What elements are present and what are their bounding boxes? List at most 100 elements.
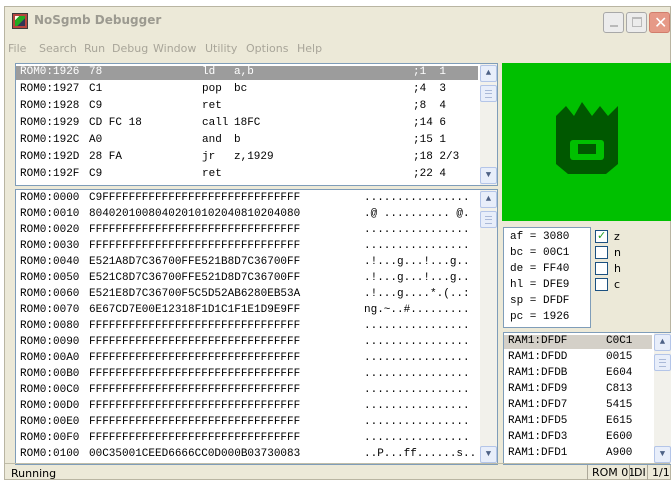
instruction-cycles: ;8 4	[413, 100, 447, 112]
scroll-thumb[interactable]	[654, 354, 671, 371]
memory-ascii: ................	[364, 336, 470, 348]
memory-row[interactable]: ROM0:0080 FFFFFFFFFFFFFFFFFFFFFFFFFFFFFFF…	[16, 320, 478, 334]
instruction-opcode: ret	[202, 168, 222, 180]
memory-address: ROM0:00D0	[20, 400, 80, 412]
flag-h[interactable]: h	[595, 262, 655, 276]
close-button[interactable]: ✕	[649, 12, 670, 33]
memory-row[interactable]: ROM0:00E0 FFFFFFFFFFFFFFFFFFFFFFFFFFFFFFF…	[16, 416, 478, 430]
disassembly-row[interactable]: ROM0:1927 C1 pop bc ;4 3	[16, 83, 478, 97]
flag-n[interactable]: n	[595, 246, 655, 260]
menu-search[interactable]: Search	[39, 42, 77, 55]
memory-row[interactable]: ROM0:0050 E521C8D7C36700FFE521D8D7C36700F…	[16, 272, 478, 286]
memory-row[interactable]: ROM0:00F0 FFFFFFFFFFFFFFFFFFFFFFFFFFFFFFF…	[16, 432, 478, 446]
instruction-opcode: call	[202, 117, 229, 129]
menu-help[interactable]: Help	[297, 42, 322, 55]
scroll-down-icon[interactable]: ▼	[654, 446, 671, 463]
memory-row[interactable]: ROM0:0040 E521A8D7C36700FFE521B8D7C36700F…	[16, 256, 478, 270]
flag-checkbox[interactable]	[595, 278, 608, 291]
memory-pane[interactable]: ROM0:0000 C9FFFFFFFFFFFFFFFFFFFFFFFFFFFFF…	[15, 189, 498, 465]
menu-bar: File Search Run Debug Window Utility Opt…	[5, 39, 670, 59]
stack-pane[interactable]: RAM1:DFDF C0C1 RAM1:DFDD 0015 RAM1:DFDB E604 R…	[503, 332, 671, 465]
memory-hex: E521E8D7C36700F5C5D52AB6280EB53A	[89, 288, 301, 300]
memory-row[interactable]: ROM0:0030 FFFFFFFFFFFFFFFFFFFFFFFFFFFFFFF…	[16, 240, 478, 254]
memory-row[interactable]: ROM0:0010 8040201008040201010204081020408…	[16, 208, 478, 222]
memory-row[interactable]: ROM0:0100 00C35001CEED6666CC0D000B0373008…	[16, 448, 478, 462]
menu-utility[interactable]: Utility	[205, 42, 237, 55]
instruction-operand: a,b	[234, 66, 254, 78]
memory-ascii: ................	[364, 368, 470, 380]
memory-row[interactable]: ROM0:0090 FFFFFFFFFFFFFFFFFFFFFFFFFFFFFFF…	[16, 336, 478, 350]
disassembly-row[interactable]: ROM0:1929 CD FC 18 call 18FC ;14 6	[16, 117, 478, 131]
flag-checkbox[interactable]	[595, 229, 608, 243]
stack-row[interactable]: RAM1:DFD3 E600	[504, 431, 652, 445]
flag-c[interactable]: c	[595, 278, 655, 292]
disassembly-row[interactable]: ROM0:192C A0 and b ;15 1	[16, 134, 478, 148]
memory-row[interactable]: ROM0:0070 6E67CD7E00E12318F1D1C1F1E1D9E9F…	[16, 304, 478, 318]
status-text: Running	[11, 467, 57, 480]
scroll-down-icon[interactable]: ▼	[480, 167, 497, 184]
memory-row[interactable]: ROM0:00C0 FFFFFFFFFFFFFFFFFFFFFFFFFFFFFFF…	[16, 384, 478, 398]
memory-row[interactable]: ROM0:00B0 FFFFFFFFFFFFFFFFFFFFFFFFFFFFFFF…	[16, 368, 478, 382]
stack-value: C0C1	[606, 335, 633, 347]
scroll-down-icon[interactable]: ▼	[480, 446, 497, 463]
minimize-icon	[610, 25, 618, 27]
memory-address: ROM0:00F0	[20, 432, 80, 444]
stack-row[interactable]: RAM1:DFD5 E615	[504, 415, 652, 429]
close-icon: ✕	[654, 13, 668, 32]
menu-options[interactable]: Options	[246, 42, 288, 55]
flag-checkbox[interactable]	[595, 262, 608, 275]
page-indicator: 1/1	[647, 465, 670, 480]
memory-ascii: .!...g...!...g..	[364, 256, 470, 268]
instruction-address: ROM0:1928	[20, 100, 80, 112]
maximize-button[interactable]	[626, 12, 647, 33]
stack-value: C813	[606, 383, 633, 395]
register-list[interactable]: af = 3080 bc = 00C1 de = FF40 hl = DFE9 sp =…	[503, 227, 591, 328]
stack-row[interactable]: RAM1:DFDD 0015	[504, 351, 652, 365]
memory-row[interactable]: ROM0:0060 E521E8D7C36700F5C5D52AB6280EB53…	[16, 288, 478, 302]
stack-scrollbar[interactable]: ▲ ▼	[654, 333, 671, 464]
instruction-operand: bc	[234, 83, 248, 95]
stack-row[interactable]: RAM1:DFD7 5415	[504, 399, 652, 413]
memory-hex: C9FFFFFFFFFFFFFFFFFFFFFFFFFFFFFF	[89, 192, 301, 204]
minimize-button[interactable]	[603, 12, 624, 33]
disassembly-scrollbar[interactable]: ▲ ▼	[480, 64, 497, 185]
memory-hex: FFFFFFFFFFFFFFFFFFFFFFFFFFFFFFFF	[89, 416, 301, 428]
stack-value: 0015	[606, 351, 633, 363]
memory-hex: FFFFFFFFFFFFFFFFFFFFFFFFFFFFFFFF	[89, 432, 301, 444]
flag-label: h	[614, 262, 621, 275]
memory-scrollbar[interactable]: ▲ ▼	[480, 190, 497, 464]
memory-row[interactable]: ROM0:00A0 FFFFFFFFFFFFFFFFFFFFFFFFFFFFFFF…	[16, 352, 478, 366]
scroll-up-icon[interactable]: ▲	[480, 191, 497, 208]
disassembly-row[interactable]: ROM0:1926 78 ld a,b ;1 1	[16, 66, 478, 80]
memory-row[interactable]: ROM0:0020 FFFFFFFFFFFFFFFFFFFFFFFFFFFFFFF…	[16, 224, 478, 238]
stack-row[interactable]: RAM1:DFDF C0C1	[504, 335, 652, 349]
memory-row[interactable]: ROM0:00D0 FFFFFFFFFFFFFFFFFFFFFFFFFFFFFFF…	[16, 400, 478, 414]
scroll-up-icon[interactable]: ▲	[654, 334, 671, 351]
title-bar[interactable]: NoSgmb Debugger ✕	[5, 7, 670, 36]
flag-z[interactable]: z	[595, 229, 655, 244]
stack-row[interactable]: RAM1:DFD1 A900	[504, 447, 652, 461]
disassembly-row[interactable]: ROM0:192D 28 FA jr z,1929 ;18 2/3	[16, 151, 478, 165]
disassembly-row[interactable]: ROM0:192F C9 ret ;22 4	[16, 168, 478, 182]
menu-run[interactable]: Run	[84, 42, 105, 55]
stack-row[interactable]: RAM1:DFDB E604	[504, 367, 652, 381]
disassembly-pane[interactable]: ROM0:1926 78 ld a,b ;1 1 ROM0:1927 C1 pop bc ;4 3…	[15, 63, 498, 186]
scroll-thumb[interactable]	[480, 211, 497, 228]
stack-value: E615	[606, 415, 633, 427]
registers-panel: af = 3080 bc = 00C1 de = FF40 hl = DFE9 sp =…	[503, 227, 671, 328]
memory-ascii: ................	[364, 320, 470, 332]
menu-window[interactable]: Window	[153, 42, 196, 55]
disassembly-row[interactable]: ROM0:1928 C9 ret ;8 4	[16, 100, 478, 114]
instruction-operand: 18FC	[234, 117, 261, 129]
memory-hex: FFFFFFFFFFFFFFFFFFFFFFFFFFFFFFFF	[89, 352, 301, 364]
menu-file[interactable]: File	[8, 42, 26, 55]
scroll-thumb[interactable]	[480, 85, 497, 102]
stack-address: RAM1:DFDD	[508, 351, 568, 363]
flag-checkbox[interactable]	[595, 246, 608, 259]
scroll-up-icon[interactable]: ▲	[480, 65, 497, 82]
memory-row[interactable]: ROM0:0000 C9FFFFFFFFFFFFFFFFFFFFFFFFFFFFF…	[16, 192, 478, 206]
instruction-opcode: ld	[202, 66, 216, 78]
stack-row[interactable]: RAM1:DFD9 C813	[504, 383, 652, 397]
status-bar: Running ROM 01 DI 1/1	[5, 463, 670, 480]
menu-debug[interactable]: Debug	[112, 42, 148, 55]
